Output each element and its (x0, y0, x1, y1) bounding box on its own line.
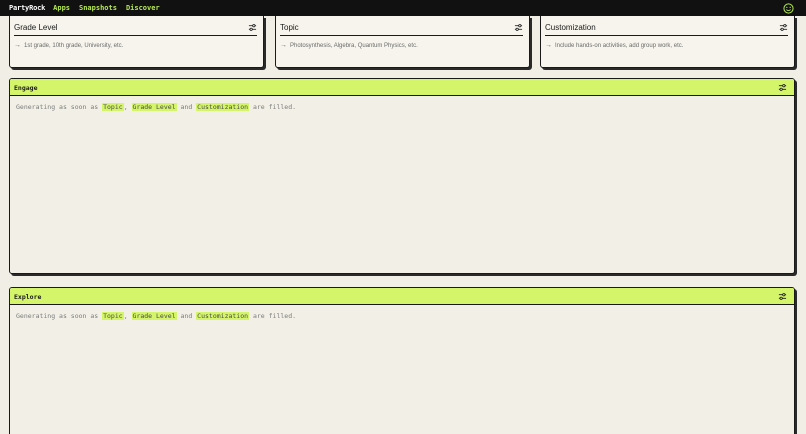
divider (545, 35, 788, 36)
grade-level-card: Grade Level → 1st grade, 10th grade, Uni… (9, 16, 264, 68)
sliders-icon[interactable] (778, 83, 787, 92)
partyrock-logo[interactable]: PartyRock (9, 4, 45, 12)
status-text: are filled. (252, 312, 297, 320)
status-text: Generating as soon as (16, 103, 99, 111)
topic-input[interactable]: → Photosynthesis, Algebra, Quantum Physi… (280, 42, 418, 49)
ref-topic[interactable]: Topic (102, 103, 124, 111)
ref-grade-level[interactable]: Grade Level (131, 103, 177, 111)
grade-level-input[interactable]: → 1st grade, 10th grade, University, etc… (14, 42, 123, 49)
engage-title: Engage (14, 84, 38, 92)
arrow-right-icon: → (280, 42, 287, 49)
customization-card: Customization → Include hands-on activit… (540, 16, 795, 68)
grade-level-title: Grade Level (14, 23, 58, 32)
arrow-right-icon: → (14, 42, 21, 49)
status-text: , (123, 103, 128, 111)
grade-level-placeholder: 1st grade, 10th grade, University, etc. (24, 42, 124, 49)
ref-customization[interactable]: Customization (196, 103, 250, 111)
sliders-icon[interactable] (514, 23, 523, 32)
nav-discover[interactable]: Discover (126, 4, 160, 12)
arrow-right-icon: → (545, 42, 552, 49)
engage-header: Engage (10, 79, 794, 96)
topic-card: Topic → Photosynthesis, Algebra, Quantum… (275, 16, 530, 68)
top-navigation-bar: PartyRock Apps Snapshots Discover (0, 0, 806, 16)
engage-status: Generating as soon as Topic, Grade Level… (10, 96, 794, 118)
status-text: , (123, 312, 128, 320)
status-text: and (180, 103, 193, 111)
status-text: Generating as soon as (16, 312, 99, 320)
status-text: are filled. (252, 103, 297, 111)
topic-title: Topic (280, 23, 299, 32)
sliders-icon[interactable] (778, 292, 787, 301)
customization-input[interactable]: → Include hands-on activities, add group… (545, 42, 683, 49)
ref-customization[interactable]: Customization (196, 312, 250, 320)
sliders-icon[interactable] (248, 23, 257, 32)
customization-placeholder: Include hands-on activities, add group w… (555, 42, 684, 49)
divider (14, 35, 257, 36)
status-text: and (180, 312, 193, 320)
explore-header: Explore (10, 288, 794, 305)
sliders-icon[interactable] (779, 23, 788, 32)
divider (280, 35, 523, 36)
smiley-icon[interactable] (783, 3, 794, 14)
ref-grade-level[interactable]: Grade Level (131, 312, 177, 320)
customization-title: Customization (545, 23, 596, 32)
explore-status: Generating as soon as Topic, Grade Level… (10, 305, 794, 327)
nav-snapshots[interactable]: Snapshots (79, 4, 117, 12)
nav-apps[interactable]: Apps (53, 4, 70, 12)
topic-placeholder: Photosynthesis, Algebra, Quantum Physics… (290, 42, 418, 49)
engage-widget: Engage Generating as soon as Topic, Grad… (9, 78, 795, 274)
ref-topic[interactable]: Topic (102, 312, 124, 320)
explore-title: Explore (14, 293, 42, 301)
explore-widget: Explore Generating as soon as Topic, Gra… (9, 287, 795, 434)
